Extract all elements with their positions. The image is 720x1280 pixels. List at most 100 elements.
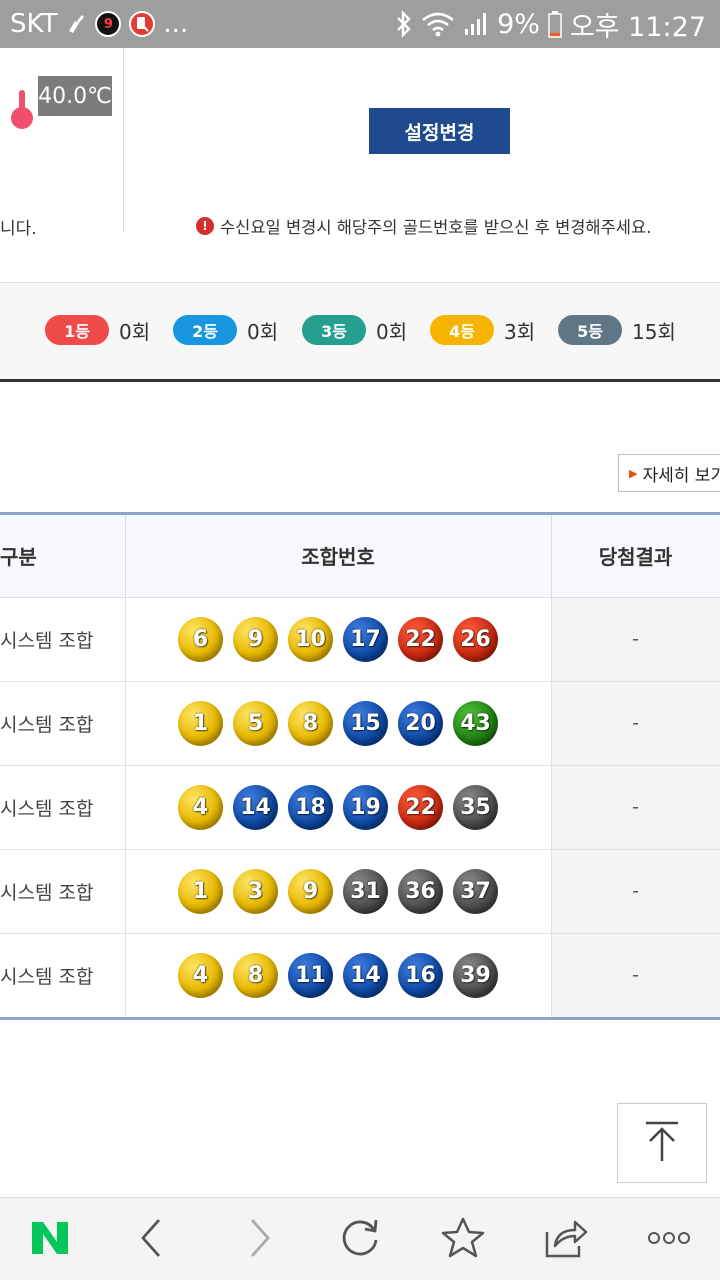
lotto-ball: 43	[453, 700, 498, 746]
win-result: -	[551, 765, 720, 850]
signal-icon	[463, 11, 489, 37]
combination-numbers: 4 8 11 14 16 39	[125, 933, 552, 1017]
lotto-ball: 26	[453, 616, 498, 662]
lotto-ball: 8	[288, 700, 333, 746]
lotto-ball: 36	[398, 868, 443, 914]
more-notifications: ...	[163, 9, 189, 39]
lotto-ball: 31	[343, 868, 388, 914]
back-button[interactable]	[107, 1198, 197, 1280]
combination-type: 시스템 조합	[0, 597, 126, 682]
refresh-icon	[338, 1216, 382, 1264]
forward-icon	[244, 1216, 274, 1264]
rank-badge: 4등	[430, 315, 494, 345]
view-details-label: 자세히 보기	[642, 465, 720, 486]
lotto-ball: 10	[288, 616, 333, 662]
header-result: 당첨결과	[551, 515, 720, 598]
bluetooth-icon	[395, 10, 413, 38]
table-row: 시스템 조합 1 5 8 15 20 43-	[0, 681, 720, 766]
lotto-ball: 15	[343, 700, 388, 746]
view-details-button[interactable]: ▶ 자세히 보기	[618, 454, 720, 492]
rank-item-2: 2등 0회	[173, 315, 278, 345]
cleaner-icon	[65, 13, 87, 35]
win-result: -	[551, 849, 720, 934]
rank-item-1: 1등 0회	[45, 315, 150, 345]
truncated-note: 니다.	[0, 219, 37, 239]
table-row: 시스템 조합 4 8 11 14 16 39-	[0, 933, 720, 1017]
forward-button[interactable]	[214, 1198, 304, 1280]
lotto-ball: 14	[233, 784, 278, 830]
rank-count: 0회	[247, 319, 279, 344]
lotto-ball: 1	[178, 868, 223, 914]
rank-count: 3회	[504, 319, 536, 344]
lotto-ball: 9	[233, 616, 278, 662]
app-notification-icon	[129, 11, 156, 37]
arrow-up-icon	[642, 1119, 682, 1167]
combination-numbers: 1 5 8 15 20 43	[125, 681, 552, 766]
combination-type: 시스템 조합	[0, 765, 126, 850]
combination-type: 시스템 조합	[0, 933, 126, 1017]
rank-count: 15회	[632, 319, 676, 344]
combination-type: 시스템 조합	[0, 681, 126, 766]
clock: 오후 11:27	[569, 11, 706, 43]
lotto-ball: 16	[398, 952, 443, 998]
rank-count: 0회	[376, 319, 408, 344]
bookmark-button[interactable]	[418, 1198, 508, 1280]
table-row: 시스템 조합 1 3 9 31 36 37-	[0, 849, 720, 934]
more-menu-button[interactable]	[624, 1198, 714, 1280]
back-icon	[137, 1216, 167, 1264]
rank-badge: 3등	[302, 315, 366, 345]
notice-message: ! 수신요일 변경시 해당주의 골드번호를 받으신 후 변경해주세요.	[196, 214, 651, 238]
lotto-ball: 20	[398, 700, 443, 746]
naver-home-button[interactable]	[5, 1198, 95, 1280]
win-result: -	[551, 597, 720, 682]
notification-badge-icon: 9	[95, 11, 122, 37]
lotto-ball: 3	[233, 868, 278, 914]
lotto-ball: 8	[233, 952, 278, 998]
rank-count: 0회	[119, 319, 151, 344]
rank-badge: 1등	[45, 315, 109, 345]
share-button[interactable]	[521, 1198, 611, 1280]
bookmark-star-icon	[440, 1216, 486, 1264]
rank-item-3: 3등 0회	[302, 315, 407, 345]
lotto-ball: 39	[453, 952, 498, 998]
refresh-button[interactable]	[315, 1198, 405, 1280]
more-icon	[647, 1230, 691, 1249]
lotto-ball: 17	[343, 616, 388, 662]
lotto-ball: 1	[178, 700, 223, 746]
scroll-to-top-button[interactable]	[617, 1103, 707, 1183]
caret-right-icon: ▶	[629, 466, 638, 480]
lotto-ball: 6	[178, 616, 223, 662]
table-row: 시스템 조합 4 14 18 19 22 35-	[0, 765, 720, 850]
lotto-ball: 5	[233, 700, 278, 746]
rank-badge: 5등	[558, 315, 622, 345]
combination-numbers: 6 9 10 17 22 26	[125, 597, 552, 682]
rank-summary: 1등 0회 2등 0회 3등 0회 4등 3회 5등 15회	[0, 282, 720, 382]
win-result: -	[551, 681, 720, 766]
alert-icon: !	[196, 217, 214, 235]
settings-panel: 40.0℃ 니다. 설정변경 ! 수신요일 변경시 해당주의 골드번호를 받으신…	[0, 48, 720, 282]
battery-icon	[548, 10, 562, 38]
lotto-ball: 37	[453, 868, 498, 914]
wifi-icon	[421, 11, 455, 37]
lotto-ball: 19	[343, 784, 388, 830]
share-icon	[543, 1216, 589, 1264]
combination-table: 구분 조합번호 당첨결과 시스템 조합 6 9 10 17 22 26- 시스템 조합 1 5 8 1…	[0, 512, 720, 1020]
rank-item-5: 5등 15회	[558, 315, 676, 345]
carrier-label: SKT	[10, 9, 58, 39]
lotto-ball: 9	[288, 868, 333, 914]
browser-toolbar	[0, 1197, 720, 1280]
change-settings-button[interactable]: 설정변경	[369, 108, 510, 154]
win-result: -	[551, 933, 720, 1017]
panel-divider	[123, 48, 124, 232]
header-numbers: 조합번호	[125, 515, 552, 598]
thermometer-icon	[8, 88, 36, 134]
notice-text: 수신요일 변경시 해당주의 골드번호를 받으신 후 변경해주세요.	[220, 218, 652, 237]
lotto-ball: 11	[288, 952, 333, 998]
table-header-row: 구분 조합번호 당첨결과	[0, 515, 720, 598]
temperature-badge: 40.0℃	[38, 76, 112, 116]
lotto-ball: 35	[453, 784, 498, 830]
rank-badge: 2등	[173, 315, 237, 345]
rank-item-4: 4등 3회	[430, 315, 535, 345]
table-row: 시스템 조합 6 9 10 17 22 26-	[0, 597, 720, 682]
naver-home-icon	[30, 1220, 70, 1260]
